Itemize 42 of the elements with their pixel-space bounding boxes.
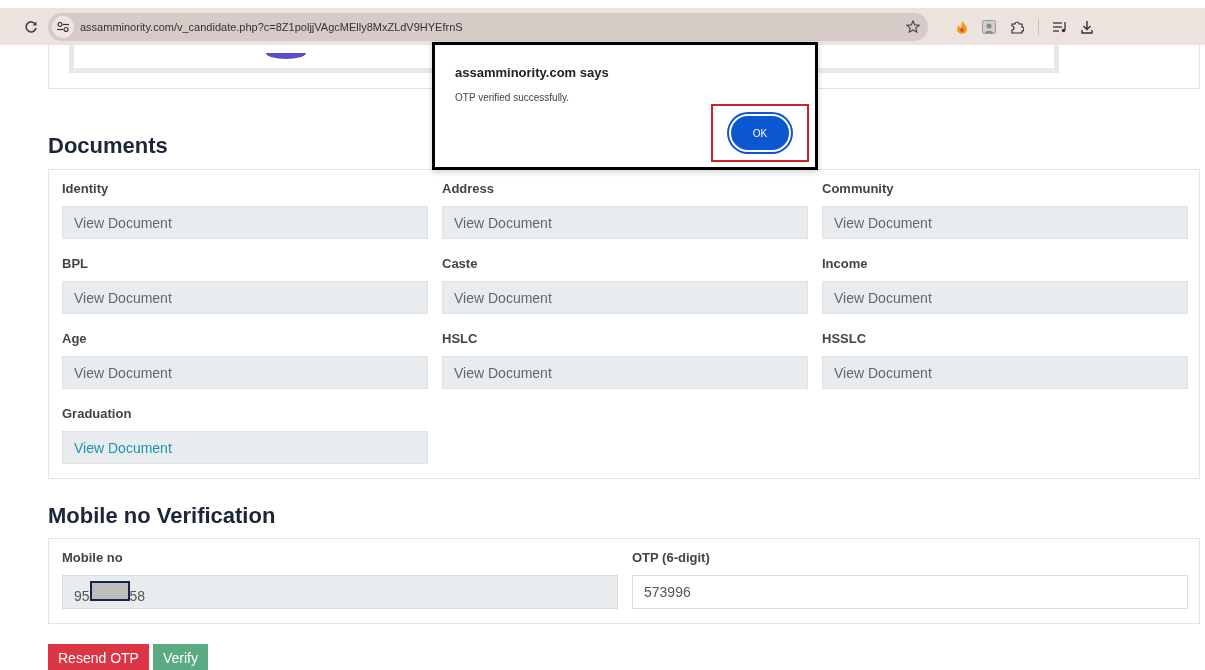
section-heading: Mobile no Verification — [48, 503, 276, 529]
puzzle-icon[interactable] — [1010, 19, 1024, 34]
view-document-button[interactable]: View Document — [442, 206, 808, 239]
url-text: assamminority.com/v_candidate.php?c=8Z1poljjVAgcMElly8MxZLdV9HYEfrnS — [80, 20, 464, 33]
address-bar[interactable]: assamminority.com/v_candidate.php?c=8Z1poljjVAgcMElly8MxZLdV9HYEfrnS — [48, 12, 928, 41]
field-label: Mobile no — [62, 549, 123, 567]
view-document-button[interactable]: View Document — [822, 356, 1188, 389]
profile-icon[interactable] — [982, 19, 996, 34]
field-label: Income — [822, 255, 868, 273]
reload-icon[interactable] — [24, 19, 38, 34]
view-document-button[interactable]: View Document — [62, 431, 428, 464]
dialog-message: OTP verified successfully. — [455, 92, 570, 103]
otp-field[interactable]: 573996 — [632, 575, 1188, 609]
view-document-button[interactable]: View Document — [822, 281, 1188, 314]
view-document-button[interactable]: View Document — [62, 356, 428, 389]
field-label: Identity — [62, 180, 109, 198]
view-document-button[interactable]: View Document — [62, 206, 428, 239]
star-icon[interactable] — [906, 19, 920, 34]
field-label: Address — [442, 180, 495, 198]
field-value: 95 58 — [74, 580, 146, 604]
field-label: Community — [822, 180, 894, 198]
download-icon[interactable] — [1081, 19, 1093, 34]
dialog-title: assamminority.com says — [455, 65, 609, 80]
resend-button[interactable]: Resend OTP — [48, 644, 149, 670]
field-label: HSSLC — [822, 330, 867, 348]
arc-drawing — [266, 53, 306, 59]
ok-button[interactable]: OK — [729, 114, 791, 152]
field-label: HSLC — [442, 330, 478, 348]
field-label: BPL — [62, 255, 88, 273]
view-document-button[interactable]: View Document — [442, 356, 808, 389]
media-list-icon[interactable] — [1053, 20, 1067, 33]
flame-icon[interactable] — [956, 19, 968, 34]
field-label: Caste — [442, 255, 478, 273]
view-document-button[interactable]: View Document — [62, 281, 428, 314]
view-document-button[interactable]: View Document — [822, 206, 1188, 239]
field-label: Age — [62, 330, 87, 348]
site-settings-icon[interactable] — [57, 21, 69, 32]
field-label: Graduation — [62, 405, 132, 423]
view-document-button[interactable]: View Document — [442, 281, 808, 314]
verify-button[interactable]: Verify — [152, 644, 208, 670]
field-label: OTP (6-digit) — [632, 549, 710, 567]
section-heading: Documents — [48, 133, 168, 159]
